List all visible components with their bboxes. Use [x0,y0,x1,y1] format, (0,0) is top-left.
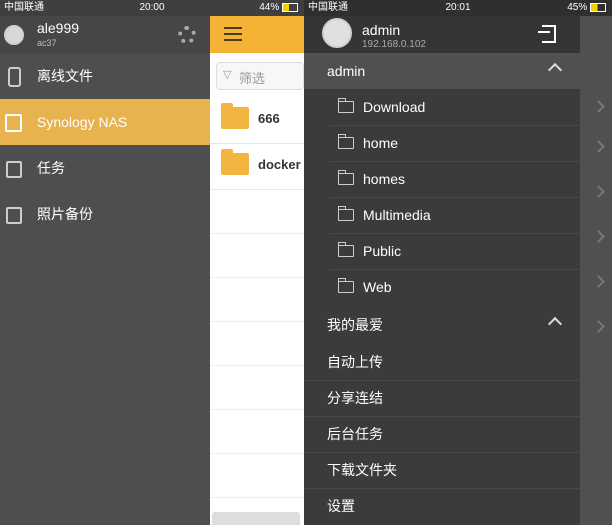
empty-row [210,233,304,278]
section-label: admin [327,63,366,79]
menu-item-photo-backup[interactable]: 照片备份 [0,191,210,237]
menu-item-label: 后台任务 [327,426,383,442]
menu-item-auto-upload[interactable]: 自动上传 [304,344,580,381]
gear-icon[interactable] [178,26,196,44]
battery-percent: 44% [259,2,280,13]
background-list-peek [580,0,612,525]
shared-folder-public[interactable]: Public [330,233,580,270]
folder-icon [337,134,354,149]
empty-row [210,409,304,454]
folder-name: homes [363,171,406,187]
empty-row [210,453,304,498]
empty-row [210,277,304,322]
shared-folder-web[interactable]: Web [330,269,580,305]
menu-item-background-tasks[interactable]: 后台任务 [304,416,580,453]
right-screen: admin 192.168.0.102 admin Download home … [304,0,612,525]
folder-name: Public [363,243,402,259]
account-ip: 192.168.0.102 [362,39,426,50]
logout-arrow [538,31,550,33]
menu-item-label: 分享连结 [327,390,383,406]
account-username: admin [362,22,401,38]
filter-icon: ▽ [223,69,232,81]
section-favorites[interactable]: 我的最爱 [304,307,580,343]
menu-item-settings[interactable]: 设置 [304,488,580,524]
account-host: ac37 [37,38,57,48]
menu-item-label: 自动上传 [327,354,383,370]
folder-icon [337,206,354,221]
menu-item-label: 照片备份 [37,206,93,222]
chevron-up-icon[interactable] [547,316,563,332]
filter-placeholder: 筛选 [239,71,266,86]
folder-name: home [363,135,399,151]
folder-name: Download [363,99,426,115]
hamburger-menu-icon[interactable] [224,23,242,45]
folder-name: Multimedia [363,207,431,223]
user-avatar-icon [322,18,352,48]
menu-item-label: 离线文件 [37,68,93,84]
shared-folder-homes[interactable]: homes [330,161,580,198]
shared-folder-download[interactable]: Download [330,89,580,126]
menu-item-download-folder[interactable]: 下载文件夹 [304,452,580,489]
menu-item-synology-nas[interactable]: Synology NAS [0,99,210,145]
folder-name: docker [258,157,301,172]
empty-row [210,365,304,410]
chevron-up-icon[interactable] [547,62,563,78]
status-bar: 中国联通 20:00 44% [0,0,304,16]
user-avatar-icon [4,25,24,45]
battery-percent: 45% [567,2,588,13]
nas-icon [5,114,22,132]
logout-icon[interactable] [542,25,556,43]
menu-item-tasks[interactable]: 任务 [0,145,210,191]
status-bar: 中国联通 20:01 45% [304,0,612,16]
shared-folder-multimedia[interactable]: Multimedia [330,197,580,234]
account-header[interactable]: admin 192.168.0.102 [304,16,580,53]
menu-item-label: 设置 [327,498,355,514]
menu-item-label: Synology NAS [37,114,128,130]
menu-item-share-links[interactable]: 分享连结 [304,380,580,417]
left-screen: ale999 ac37 离线文件 Synology NAS 任务 照片备份 ▽ … [0,0,304,525]
account-username: ale999 [37,20,80,36]
shared-folder-home[interactable]: home [330,125,580,162]
empty-row [210,321,304,366]
folder-row[interactable]: 666 [210,97,304,144]
phone-icon [8,67,21,87]
folder-name: 666 [258,111,280,126]
battery-icon [590,2,606,12]
menu-item-label: 任务 [37,160,65,176]
filter-input[interactable]: ▽ 筛选 [216,62,304,90]
menu-item-offline-files[interactable]: 离线文件 [0,53,210,99]
folder-name: Web [363,279,392,295]
folder-icon [221,149,249,175]
folder-row[interactable]: docker [210,143,304,190]
folder-icon [337,98,354,113]
folder-icon [337,242,354,257]
empty-row [210,189,304,234]
task-icon [6,161,22,178]
menu-item-label: 下载文件夹 [327,462,397,478]
folder-icon [221,103,249,129]
status-time: 20:01 [445,2,471,13]
folder-icon [337,278,354,293]
photo-backup-icon [6,207,22,224]
battery-icon [282,2,298,12]
app-toolbar [210,16,304,53]
section-label: 我的最爱 [327,317,383,333]
account-header[interactable]: ale999 ac37 [0,16,210,53]
bottom-toolbar[interactable] [212,512,300,525]
folder-icon [337,170,354,185]
section-admin[interactable]: admin [304,53,580,89]
